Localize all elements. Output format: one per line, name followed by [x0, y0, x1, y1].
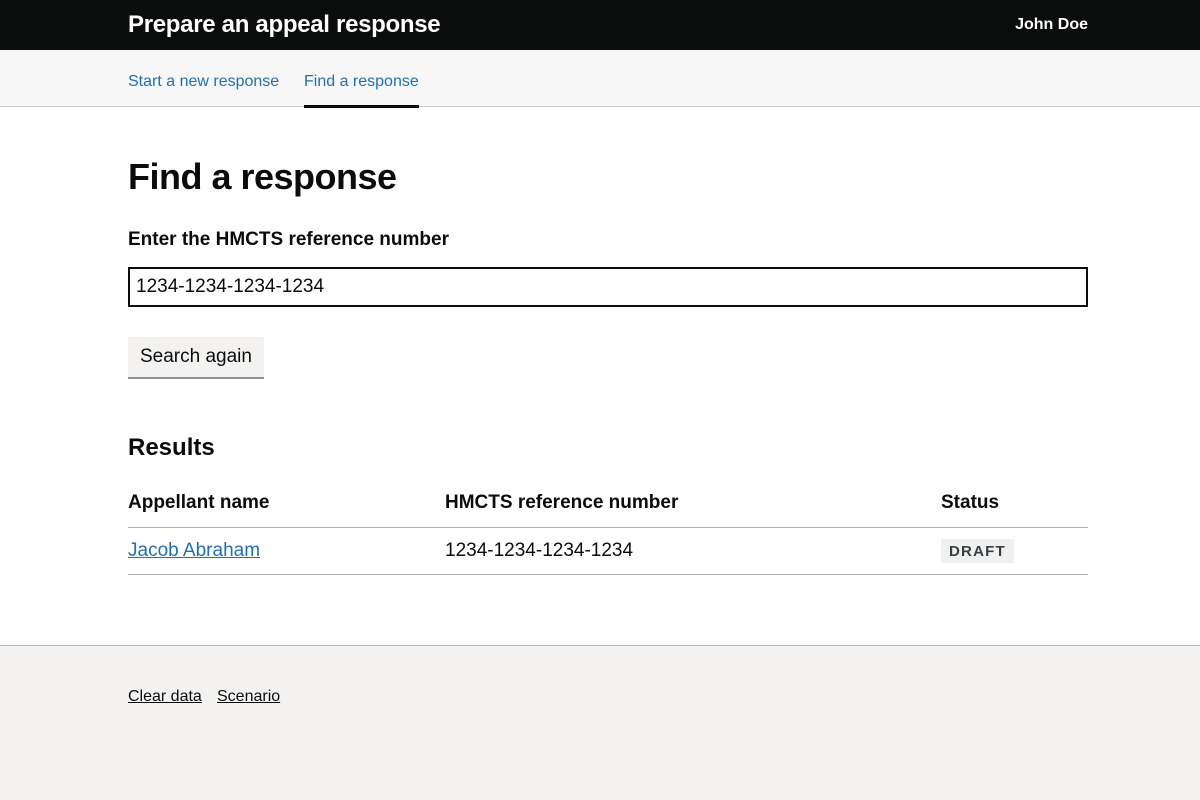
page-title: Find a response	[128, 156, 397, 197]
clear-data-link[interactable]: Clear data	[128, 687, 202, 707]
reference-number-input[interactable]	[128, 267, 1088, 307]
main-content: Find a response Enter the HMCTS referenc…	[0, 107, 1200, 645]
sub-navigation: Start a new response Find a response	[0, 50, 1200, 108]
column-header-appellant-name: Appellant name	[128, 489, 445, 528]
scenario-link[interactable]: Scenario	[217, 687, 280, 707]
table-row: Jacob Abraham 1234-1234-1234-1234 DRAFT	[128, 527, 1088, 575]
nav-find-response[interactable]: Find a response	[304, 72, 419, 108]
column-header-status: Status	[941, 489, 1088, 528]
results-heading: Results	[128, 434, 215, 461]
reference-field-label: Enter the HMCTS reference number	[128, 229, 449, 250]
status-badge: DRAFT	[941, 538, 1014, 563]
service-title[interactable]: Prepare an appeal response	[128, 10, 441, 40]
appellant-name-link[interactable]: Jacob Abraham	[128, 540, 260, 561]
reference-number-cell: 1234-1234-1234-1234	[445, 527, 941, 575]
results-table: Appellant name HMCTS reference number St…	[128, 489, 1088, 575]
search-again-button[interactable]: Search again	[128, 337, 264, 377]
column-header-reference-number: HMCTS reference number	[445, 489, 941, 528]
table-header-row: Appellant name HMCTS reference number St…	[128, 489, 1088, 528]
appellant-name-cell: Jacob Abraham	[128, 527, 445, 575]
nav-start-new-response[interactable]: Start a new response	[128, 72, 279, 92]
status-cell: DRAFT	[941, 527, 1088, 575]
site-footer: Clear data Scenario	[0, 645, 1200, 800]
site-header: Prepare an appeal response John Doe	[0, 0, 1200, 50]
user-name: John Doe	[1015, 16, 1088, 33]
